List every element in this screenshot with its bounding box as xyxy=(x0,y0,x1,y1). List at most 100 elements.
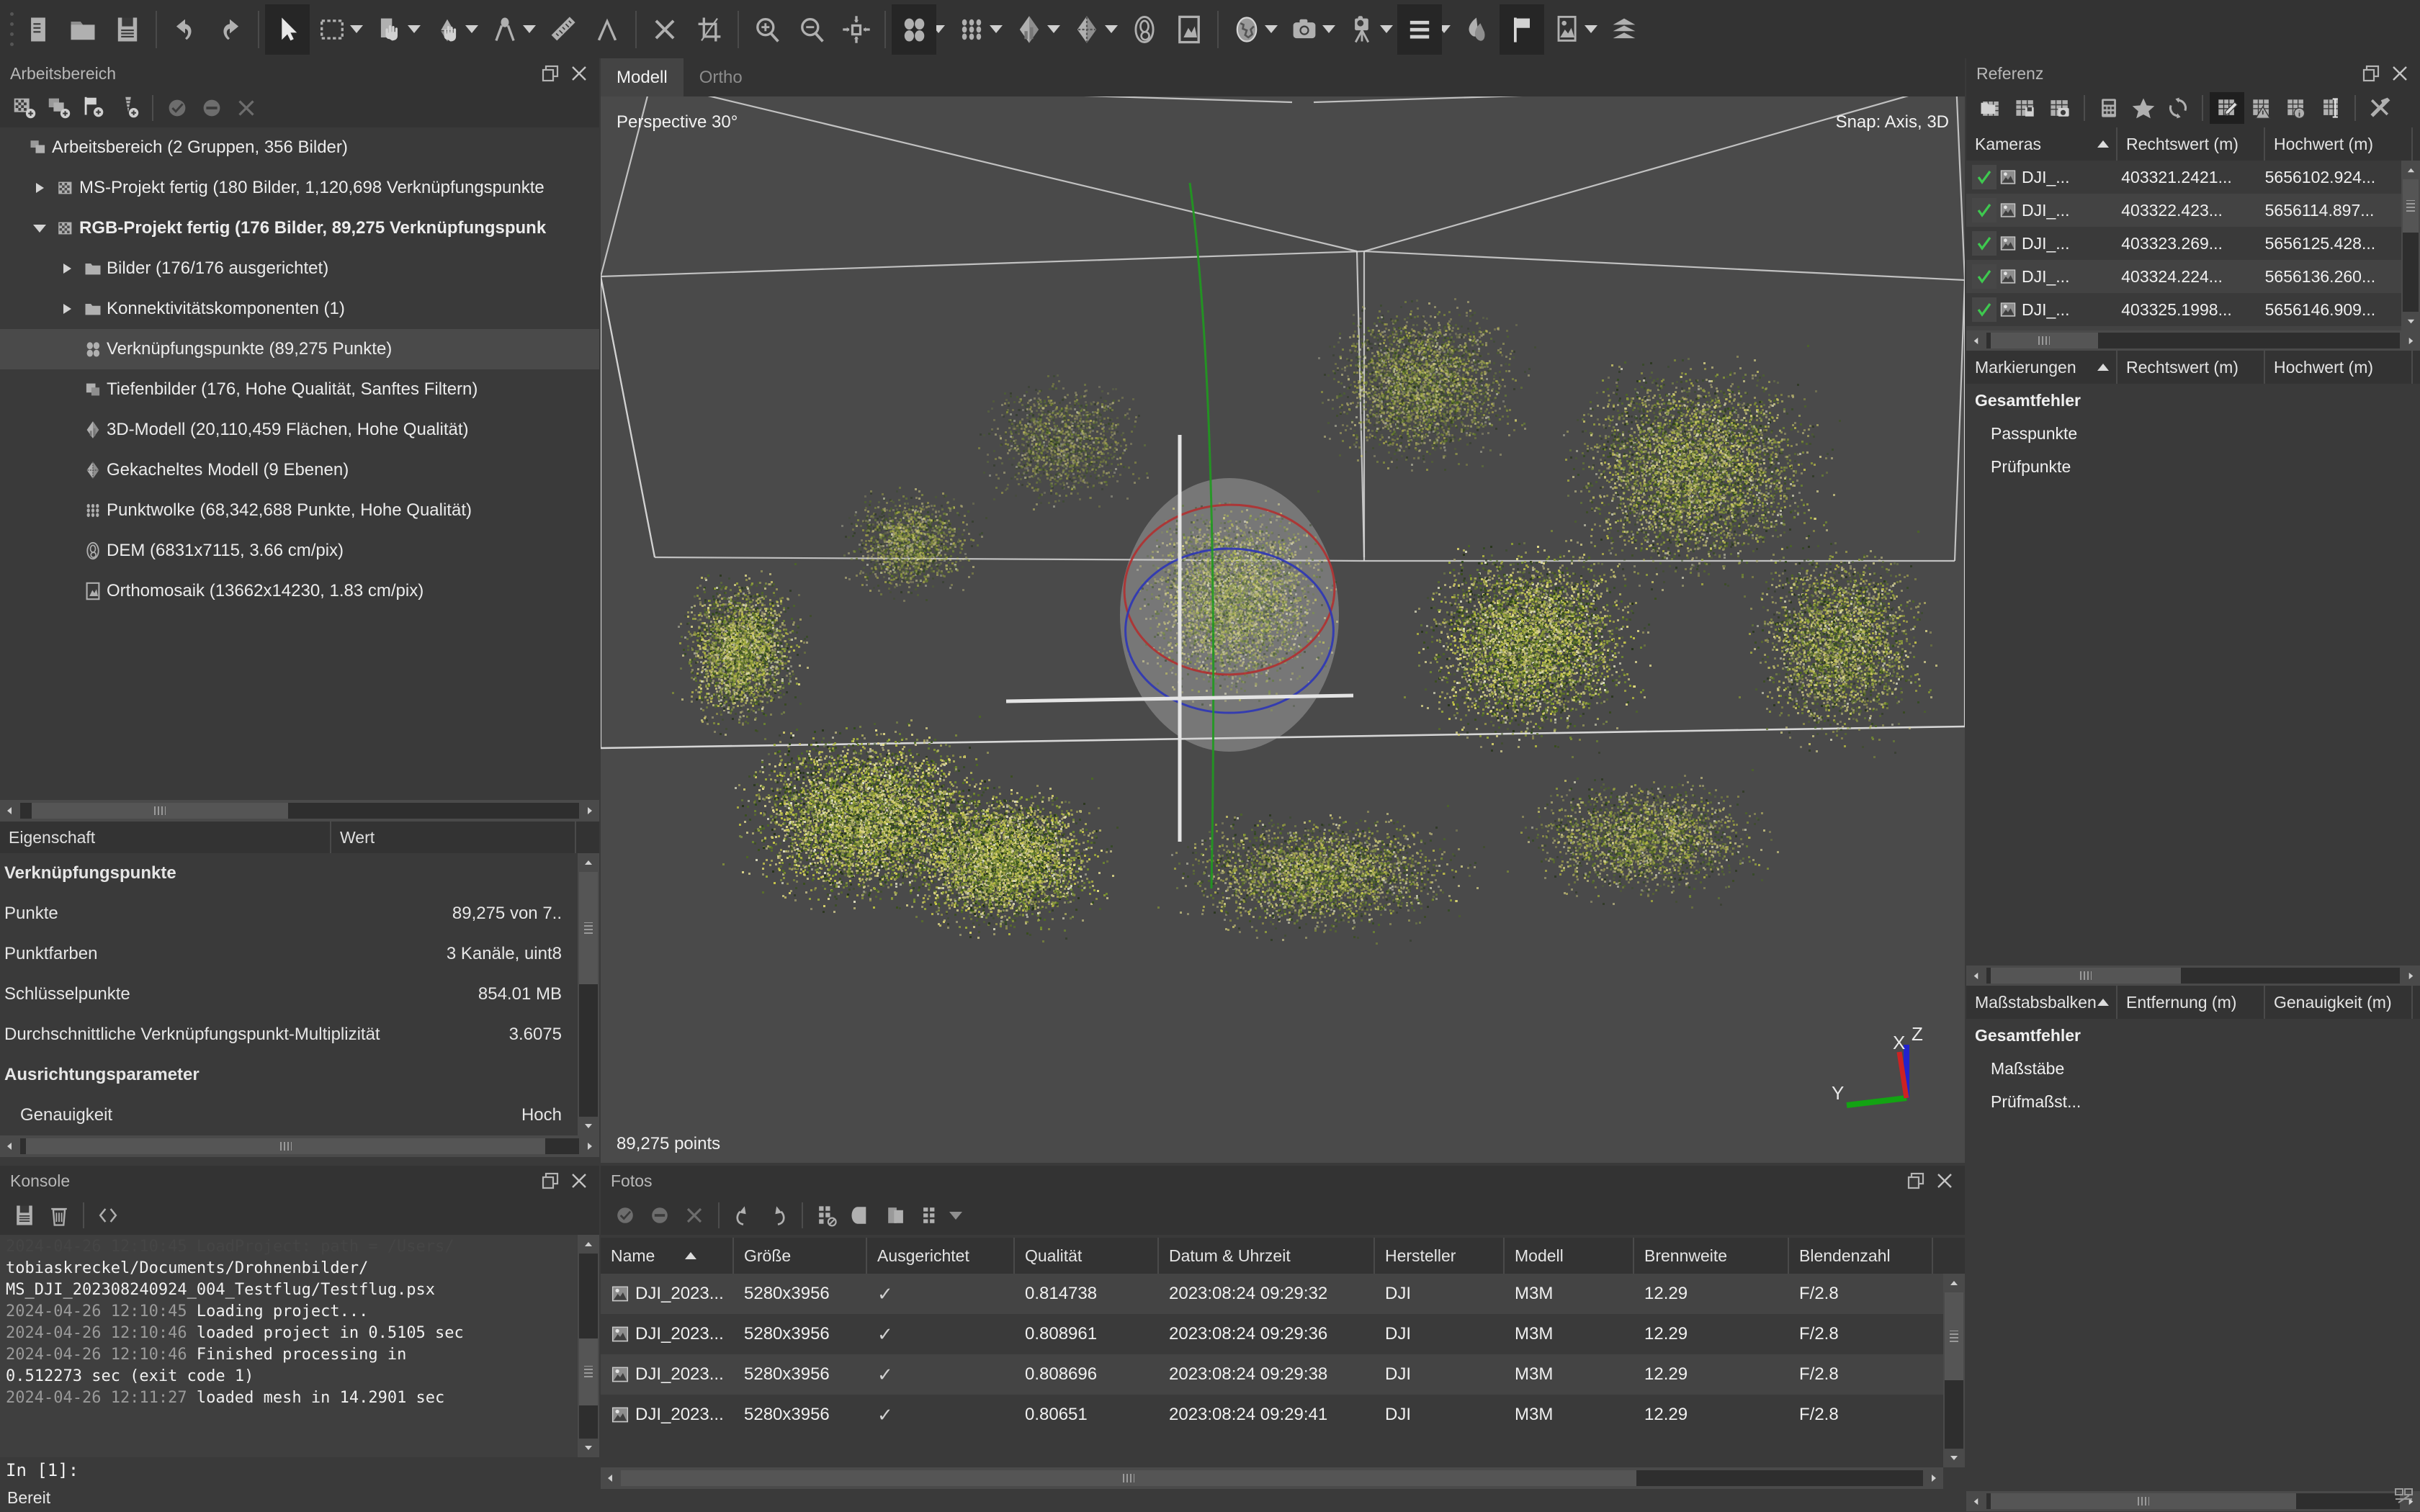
select-tool-button[interactable] xyxy=(265,4,310,55)
move-region-button[interactable] xyxy=(367,4,412,55)
rotate-right-button[interactable] xyxy=(761,1200,795,1231)
reference-column-header[interactable]: Rechtswert (m) xyxy=(2118,351,2265,384)
camera-enabled-checkbox[interactable] xyxy=(1972,231,1996,256)
camera-enabled-checkbox[interactable] xyxy=(1972,165,1996,189)
close-icon[interactable] xyxy=(2385,61,2414,86)
property-row[interactable]: Verknüpfungspunkte xyxy=(0,853,578,894)
chevron-down-icon[interactable] xyxy=(949,1212,962,1220)
viewport-canvas[interactable]: Perspective 30° Snap: Axis, 3D Y X Z xyxy=(601,96,1965,1125)
workspace-tree[interactable]: Arbeitsbereich (2 Gruppen, 356 Bilder)MS… xyxy=(0,127,599,793)
scroll-right-icon[interactable] xyxy=(2401,330,2420,351)
scroll-down-icon[interactable] xyxy=(578,1439,599,1457)
show-images-button[interactable] xyxy=(1544,4,1589,55)
resize-grip-icon[interactable] xyxy=(2394,1487,2414,1509)
properties-column-header[interactable]: Eigenschaft xyxy=(0,822,331,853)
photos-table[interactable]: NameGrößeAusgerichtetQualitätDatum & Uhr… xyxy=(601,1238,1965,1467)
disable-button[interactable] xyxy=(194,92,229,124)
tree-item[interactable]: DEM (6831x7115, 3.66 cm/pix) xyxy=(0,531,599,571)
console-prompt[interactable]: In [1]: xyxy=(6,1460,79,1480)
show-shapes-button[interactable] xyxy=(1455,4,1500,55)
photos-column-header[interactable]: Datum & Uhrzeit xyxy=(1159,1238,1375,1274)
scroll-right-icon[interactable] xyxy=(1924,1467,1943,1489)
undo-button[interactable] xyxy=(163,4,207,55)
scroll-right-icon[interactable] xyxy=(581,1135,599,1157)
scroll-left-icon[interactable] xyxy=(1966,965,1985,986)
save-project-button[interactable] xyxy=(105,4,150,55)
twisty-closed-icon[interactable] xyxy=(27,183,52,193)
view-source-button[interactable] xyxy=(2279,92,2313,124)
enable-photos-button[interactable] xyxy=(608,1200,642,1231)
scroll-down-icon[interactable] xyxy=(1943,1449,1965,1467)
add-scalebar-button[interactable] xyxy=(111,92,145,124)
camera-enabled-checkbox[interactable] xyxy=(1972,264,1996,289)
property-row[interactable]: Punktfarben3 Kanäle, uint8 xyxy=(0,934,578,974)
viewport-tab[interactable]: Ortho xyxy=(684,58,758,96)
delete-selection-button[interactable] xyxy=(642,4,687,55)
toolbar-drag-handle[interactable] xyxy=(7,9,16,50)
add-marker-button[interactable] xyxy=(76,92,111,124)
reference-column-header[interactable]: F xyxy=(2413,986,2420,1019)
mask-button[interactable] xyxy=(844,1200,879,1231)
close-icon[interactable] xyxy=(565,61,593,86)
show-dem-button[interactable] xyxy=(1122,4,1167,55)
view-variance-button[interactable] xyxy=(2313,92,2348,124)
scroll-up-icon[interactable] xyxy=(578,853,599,872)
scroll-left-icon[interactable] xyxy=(1966,330,1985,351)
show-grid-button[interactable] xyxy=(1397,4,1442,55)
tree-item[interactable]: Arbeitsbereich (2 Gruppen, 356 Bilder) xyxy=(0,127,599,168)
reference-column-header[interactable]: Entfernung (m) xyxy=(2118,986,2265,1019)
reference-settings-button[interactable] xyxy=(2362,92,2397,124)
viewport-tab[interactable]: Modell xyxy=(601,58,684,96)
cameras-vscrollbar[interactable] xyxy=(2401,161,2420,330)
properties-column-header[interactable]: Wert xyxy=(331,822,576,853)
property-row[interactable]: Ausrichtungsparameter xyxy=(0,1055,578,1095)
photos-vscrollbar[interactable] xyxy=(1943,1274,1965,1467)
tree-item[interactable]: RGB-Projekt fertig (176 Bilder, 89,275 V… xyxy=(0,208,599,248)
tree-item[interactable]: Punktwolke (68,342,688 Punkte, Hohe Qual… xyxy=(0,490,599,531)
details-mode-button[interactable] xyxy=(913,1200,948,1231)
cameras-rows[interactable]: DJI_...403321.2421...5656102.924...DJI_.… xyxy=(1966,161,2401,330)
close-icon[interactable] xyxy=(1930,1169,1959,1193)
reference-column-header[interactable]: Maßstabsbalken xyxy=(1966,986,2118,1019)
show-point-cloud-button[interactable] xyxy=(949,4,994,55)
show-model-button[interactable] xyxy=(1007,4,1052,55)
scalebars-hscrollbar[interactable] xyxy=(1966,1491,2420,1511)
scroll-up-icon[interactable] xyxy=(1943,1274,1965,1292)
remove-items-button[interactable] xyxy=(229,92,264,124)
tree-item[interactable]: Gekacheltes Modell (9 Ebenen) xyxy=(0,450,599,490)
table-row[interactable]: DJI_2023...5280x3956✓0.806512023:08:24 0… xyxy=(601,1395,1965,1435)
show-region-button[interactable] xyxy=(1224,4,1269,55)
reference-column-header[interactable]: Kameras xyxy=(1966,127,2118,161)
table-row[interactable]: DJI_2023...5280x3956✓0.8089612023:08:24 … xyxy=(601,1314,1965,1354)
property-row[interactable]: GenauigkeitHoch xyxy=(0,1095,578,1135)
execute-script-button[interactable] xyxy=(91,1200,125,1231)
clear-console-button[interactable] xyxy=(42,1200,76,1231)
scroll-left-icon[interactable] xyxy=(1966,1490,1985,1512)
view-errors-button[interactable] xyxy=(2244,92,2279,124)
float-panel-icon[interactable] xyxy=(2357,61,2385,86)
tree-item[interactable]: MS-Projekt fertig (180 Bilder, 1,120,698… xyxy=(0,168,599,208)
scalebars-rows[interactable]: GesamtfehlerMaßstäbePrüfmaßst... xyxy=(1966,1019,2420,1491)
export-reference-button[interactable] xyxy=(2008,92,2043,124)
show-trackball-button[interactable] xyxy=(1340,4,1384,55)
angle-tool-button[interactable] xyxy=(585,4,629,55)
scroll-down-icon[interactable] xyxy=(578,1117,599,1135)
console-output[interactable]: 2024-04-26 12:10:45 LoadProject: path = … xyxy=(0,1235,578,1457)
photos-column-header[interactable]: Name xyxy=(601,1238,734,1274)
workspace-hscrollbar[interactable] xyxy=(0,800,599,822)
show-markers-button[interactable] xyxy=(1500,4,1544,55)
table-row[interactable]: DJI_...403325.1998...5656146.909... xyxy=(1966,293,2401,326)
reset-view-button[interactable] xyxy=(834,4,879,55)
properties-list[interactable]: VerknüpfungspunktePunkte89,275 von 7..Pu… xyxy=(0,853,578,1135)
photos-column-header[interactable]: Ausgerichtet xyxy=(867,1238,1015,1274)
float-panel-icon[interactable] xyxy=(536,61,565,86)
scroll-up-icon[interactable] xyxy=(2401,161,2420,179)
tree-item[interactable]: Orthomosaik (13662x14230, 1.83 cm/pix) xyxy=(0,571,599,611)
convert-reference-button[interactable] xyxy=(2043,92,2077,124)
table-row[interactable]: Gesamtfehler xyxy=(1966,1019,2420,1052)
zoom-in-button[interactable] xyxy=(745,4,789,55)
reference-column-header[interactable]: Rechtswert (m) xyxy=(2118,127,2265,161)
rotate-region-button[interactable] xyxy=(483,4,527,55)
optimize-cameras-button[interactable] xyxy=(2092,92,2126,124)
table-row[interactable]: DJI_2023...5280x3956✓0.8086962023:08:24 … xyxy=(601,1354,1965,1395)
